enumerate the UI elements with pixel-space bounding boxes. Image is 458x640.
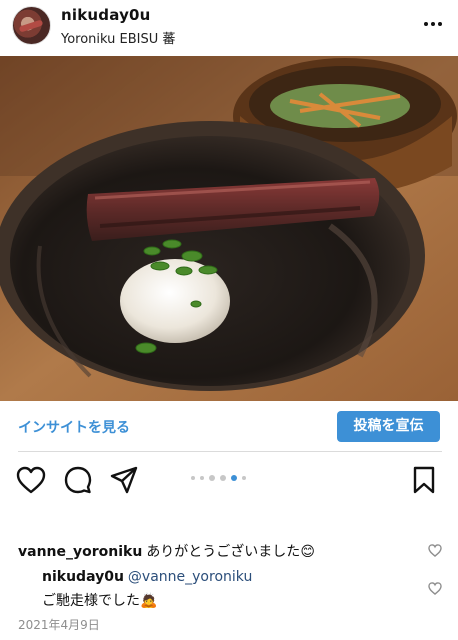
carousel-dot — [220, 475, 226, 481]
post-header: nikuday0u Yoroniku EBISU 蕃 — [0, 0, 458, 56]
reply-comment: nikuday0u @vanne_yoroniku — [42, 569, 252, 585]
food-photo-image — [0, 56, 458, 401]
bookmark-icon[interactable] — [412, 466, 436, 494]
reply-text: ご馳走様でした — [42, 593, 140, 609]
carousel-dot — [242, 476, 246, 480]
comment: vanne_yoroniku ありがとうございました😊 — [18, 541, 315, 561]
comment-icon[interactable] — [64, 466, 92, 494]
reply-text-line: ご馳走様でした🙇 — [42, 590, 157, 610]
promote-button[interactable]: 投稿を宣伝 — [337, 411, 440, 442]
like-reply-heart-icon[interactable] — [428, 582, 442, 595]
comment-emoji: 😊 — [300, 544, 315, 560]
carousel-indicator — [191, 473, 246, 483]
carousel-dot — [200, 476, 204, 480]
business-actions: インサイトを見る 投稿を宣伝 — [0, 401, 458, 451]
post-username[interactable]: nikuday0u — [61, 6, 151, 24]
comment-username[interactable]: vanne_yoroniku — [18, 544, 142, 560]
reply-mention[interactable]: @vanne_yoroniku — [128, 569, 252, 585]
more-icon[interactable] — [422, 16, 444, 32]
carousel-dot-active — [231, 475, 237, 481]
post-photo[interactable] — [0, 56, 458, 401]
carousel-dot — [209, 475, 215, 481]
avatar[interactable] — [12, 6, 51, 45]
reply-username[interactable]: nikuday0u — [42, 569, 124, 585]
view-insights-link[interactable]: インサイトを見る — [18, 417, 130, 437]
like-comment-heart-icon[interactable] — [428, 544, 442, 557]
post-date: 2021年4月9日 — [18, 618, 100, 632]
divider — [18, 451, 442, 452]
comment-text: ありがとうございました — [146, 544, 301, 560]
reply-emoji: 🙇 — [140, 593, 158, 609]
carousel-dot — [191, 476, 195, 480]
heart-icon[interactable] — [16, 466, 46, 494]
share-icon[interactable] — [110, 466, 138, 494]
post-location[interactable]: Yoroniku EBISU 蕃 — [61, 28, 175, 47]
